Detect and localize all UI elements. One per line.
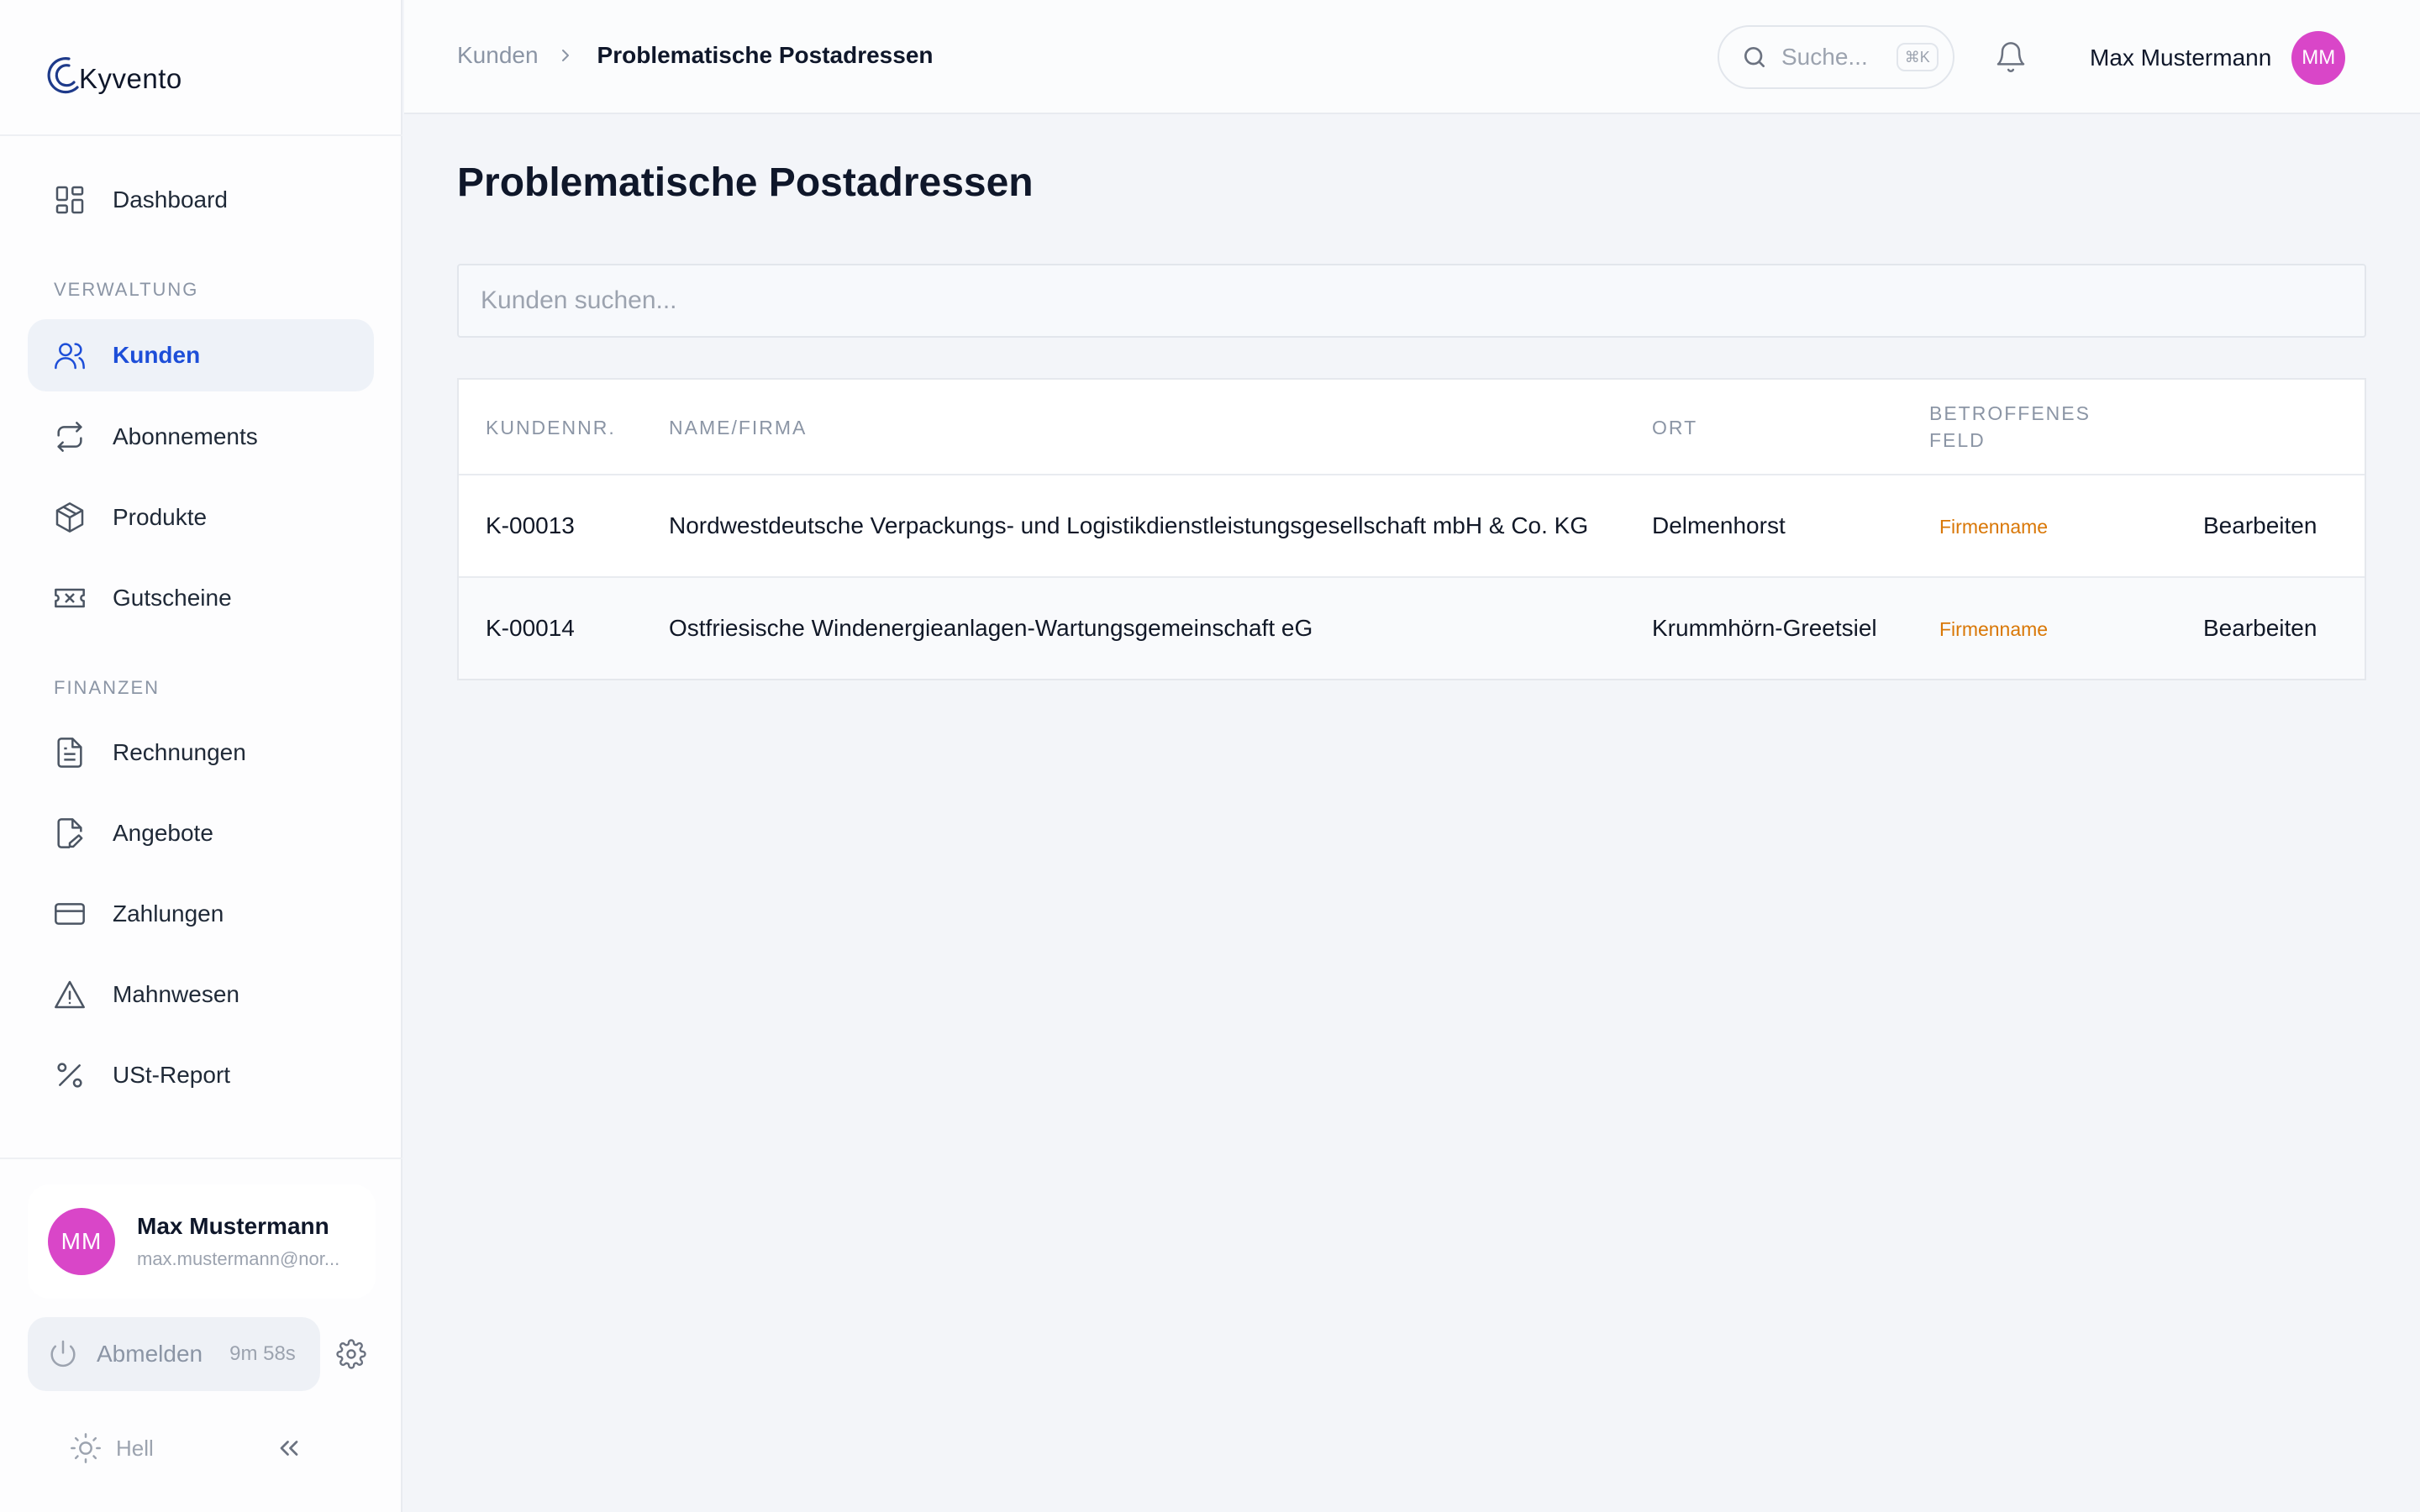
cell-ort: Krummhörn-Greetsiel [1652,615,1877,641]
avatar: MM [2291,31,2346,85]
power-icon [50,1340,76,1368]
header-user-menu[interactable]: Max Mustermann MM [2090,31,2346,85]
sun-icon [71,1433,101,1463]
breadcrumb-link-kunden[interactable]: Kunden [457,42,539,69]
sidebar-item-label: Kunden [113,342,201,368]
top-header: Kunden Problematische Postadressen Suche… [404,0,2420,114]
breadcrumb-current: Problematische Postadressen [597,42,934,68]
user-card[interactable]: MM Max Mustermann max.mustermann@nor... [28,1184,376,1299]
cell-name: Nordwestdeutsche Verpackungs- und Logist… [669,512,1589,538]
cell-ort: Delmenhorst [1652,512,1786,538]
table-row[interactable]: K-00014 Ostfriesische Windenergieanlagen… [459,576,2365,679]
logout-button[interactable]: Abmelden 9m 58s [28,1317,320,1391]
logo-text: Kyvento [79,63,182,94]
sidebar-item-abonnements[interactable]: Abonnements [28,401,374,473]
credit-card-icon [55,903,85,925]
breadcrumb: Kunden Problematische Postadressen [457,42,934,69]
file-edit-icon [57,818,83,848]
column-header-kundennr: KUNDENNR. [486,417,616,438]
column-header-feld: BETROFFENES FELD [1929,400,2091,454]
theme-toggle[interactable]: Hell [69,1431,154,1465]
sidebar-item-label: Mahnwesen [113,981,239,1007]
customer-search-input[interactable] [457,264,2366,338]
sidebar-item-gutscheine[interactable]: Gutscheine [28,562,374,634]
sidebar-item-label: Angebote [113,820,213,846]
edit-button[interactable]: Bearbeiten [2203,615,2317,642]
percent-icon [57,1063,82,1088]
repeat-icon [57,422,82,452]
sidebar-item-label: Abonnements [113,423,258,449]
file-text-icon [57,738,82,768]
cell-kundennr: K-00014 [486,615,575,641]
user-email: max.mustermann@nor... [137,1248,340,1269]
package-icon [55,502,84,533]
sidebar-item-produkte[interactable]: Produkte [28,481,374,554]
sidebar-item-label: Dashboard [113,186,228,213]
collapse-sidebar-icon[interactable] [274,1433,304,1463]
page-title: Problematische Postadressen [457,160,1034,205]
sidebar-item-label: Gutscheine [113,585,232,611]
status-badge: Firmenname [1939,618,2049,640]
global-search[interactable]: Suche... ⌘K [1718,25,1954,89]
keyboard-shortcut-badge: ⌘K [1896,43,1939,71]
sidebar-item-dashboard[interactable]: Dashboard [28,164,374,236]
column-header-feld-line2: FELD [1929,429,1986,451]
session-timer: 9m 58s [229,1342,296,1365]
sidebar-item-ust-report[interactable]: USt-Report [28,1039,374,1111]
dashboard-icon [55,186,84,214]
sidebar-divider [0,1158,402,1159]
sidebar-item-kunden[interactable]: Kunden [28,319,374,391]
sidebar-item-mahnwesen[interactable]: Mahnwesen [28,958,374,1031]
column-header-feld-line1: BETROFFENES [1929,402,2091,424]
section-label-finanzen: FINANZEN [54,677,160,698]
sidebar-item-label: Zahlungen [113,900,224,927]
logo-icon [47,57,79,94]
sidebar: Kyvento Dashboard VERWALTUNG Kunden Abon… [0,0,402,1512]
column-header-name: NAME/FIRMA [669,417,808,438]
edit-button[interactable]: Bearbeiten [2203,512,2317,539]
section-label-verwaltung: VERWALTUNG [54,279,199,300]
logo[interactable]: Kyvento [44,42,182,97]
user-name: Max Mustermann [137,1213,329,1239]
status-badge: Firmenname [1939,516,2049,538]
sidebar-item-zahlungen[interactable]: Zahlungen [28,878,374,950]
users-icon [55,343,85,370]
global-search-placeholder: Suche... [1781,44,1868,70]
gear-icon[interactable] [336,1339,366,1369]
bell-icon[interactable] [1994,40,2028,74]
sidebar-item-rechnungen[interactable]: Rechnungen [28,717,374,789]
address-table: KUNDENNR. NAME/FIRMA ORT BETROFFENES FEL… [457,378,2366,680]
sidebar-item-label: Produkte [113,504,208,530]
warning-icon [55,980,85,1009]
avatar: MM [48,1208,115,1275]
logout-label: Abmelden [97,1341,203,1367]
theme-label: Hell [116,1435,154,1461]
sidebar-item-label: USt-Report [113,1062,231,1088]
table-row[interactable]: K-00013 Nordwestdeutsche Verpackungs- un… [459,474,2365,576]
header-user-name: Max Mustermann [2090,45,2272,71]
sidebar-item-angebote[interactable]: Angebote [28,797,374,869]
column-header-ort: ORT [1652,417,1698,438]
chevron-right-icon [561,50,569,61]
search-icon [1744,47,1765,67]
sidebar-item-label: Rechnungen [113,739,246,765]
sidebar-divider [0,134,402,136]
ticket-icon [55,588,85,608]
cell-kundennr: K-00013 [486,512,575,538]
user-info: Max Mustermann max.mustermann@nor... [137,1213,339,1270]
cell-name: Ostfriesische Windenergieanlagen-Wartung… [669,615,1313,641]
